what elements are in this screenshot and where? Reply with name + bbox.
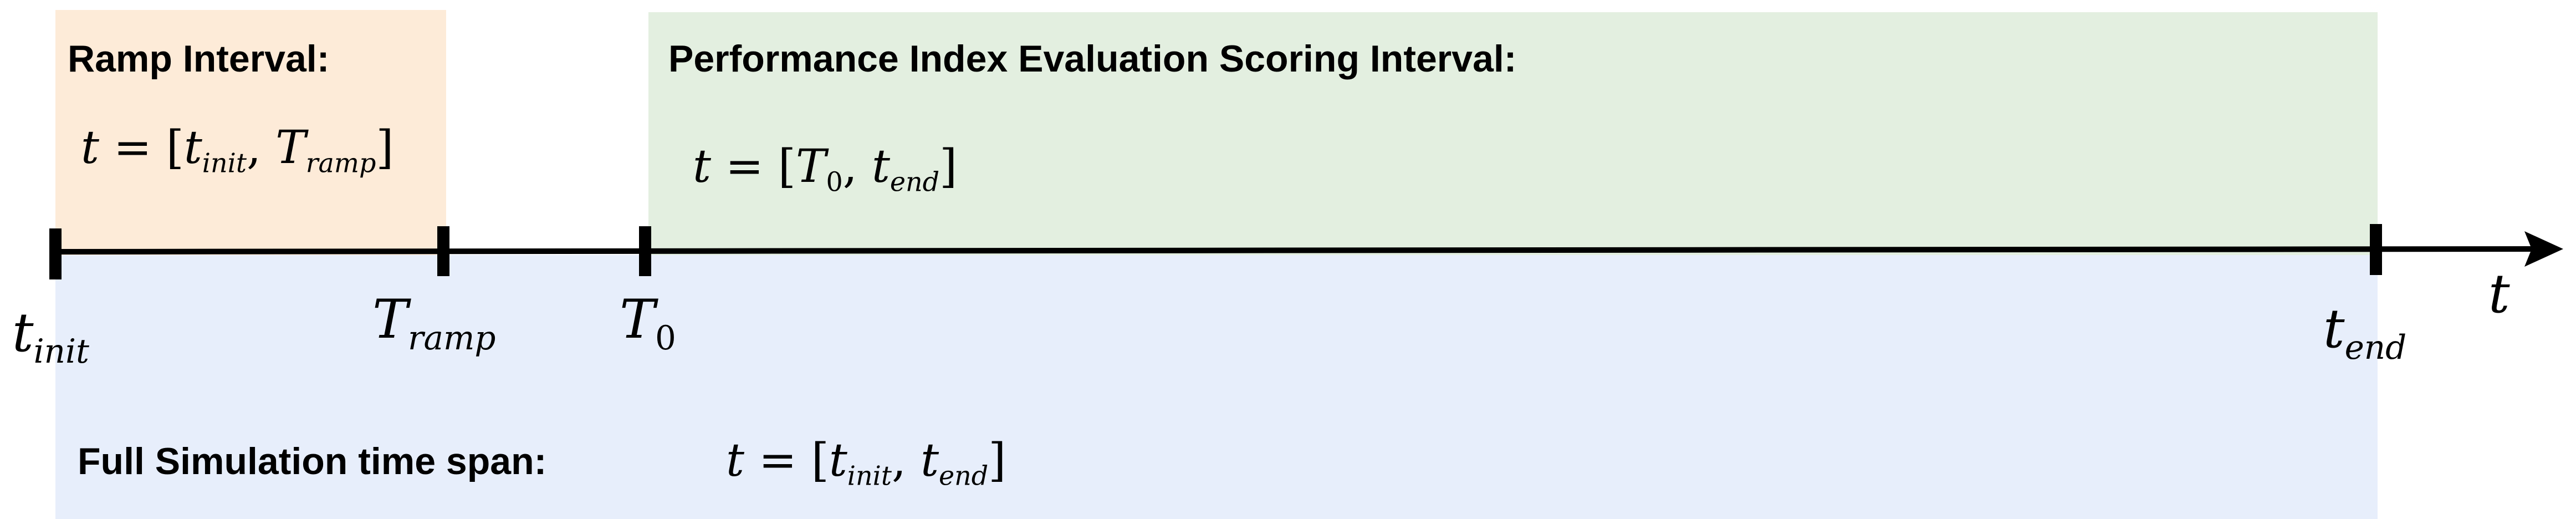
label-T: T bbox=[620, 288, 656, 350]
label-T: T bbox=[372, 288, 408, 350]
tick-mark-t-ramp bbox=[437, 226, 449, 276]
label-t: t bbox=[2488, 263, 2510, 325]
tick-label-t-ramp: Tramp bbox=[372, 293, 496, 355]
tick-mark-t-init bbox=[49, 228, 62, 279]
tick-label-t-init: tinit bbox=[12, 306, 89, 368]
label-t: t bbox=[12, 302, 34, 364]
axis-variable-label: t bbox=[2488, 267, 2510, 320]
tick-mark-t-end bbox=[2370, 224, 2382, 275]
subscript-ramp: ramp bbox=[408, 319, 496, 358]
tick-mark-t-zero bbox=[639, 226, 651, 276]
tick-label-t-end: tend bbox=[2323, 302, 2406, 364]
subscript-init: init bbox=[33, 332, 89, 371]
timeline-diagram: Ramp Interval: Performance Index Evaluat… bbox=[0, 0, 2576, 519]
subscript-end: end bbox=[2344, 328, 2407, 367]
time-axis bbox=[49, 224, 2563, 279]
label-t: t bbox=[2323, 298, 2345, 360]
subscript-zero: 0 bbox=[655, 319, 676, 358]
axis-line bbox=[55, 246, 2533, 255]
tick-label-t-zero: T0 bbox=[620, 293, 676, 355]
